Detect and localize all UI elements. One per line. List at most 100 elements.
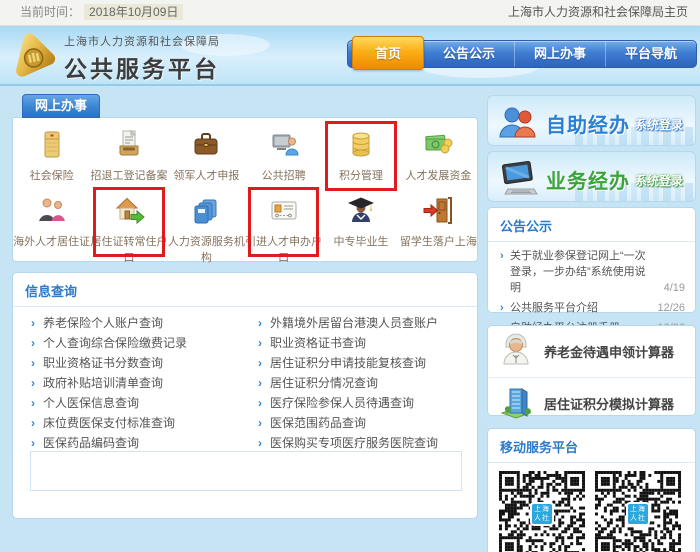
info-link[interactable]: 居住证积分申请技能复核查询 [246, 353, 473, 373]
info-link[interactable]: 个人医保信息查询 [19, 393, 246, 413]
site-title: 公共服务平台 [64, 50, 220, 84]
service-leading-talent[interactable]: 领军人才申报 [168, 123, 245, 189]
service-vocational-graduates[interactable]: 中专毕业生 [322, 189, 399, 255]
services-grid: 社会保险 招退工登记备案 [13, 118, 477, 255]
house-arrow-icon [90, 189, 167, 233]
banner-title: 业务经办 [546, 165, 630, 194]
announcements-panel: 公告公示 关于就业参保登记网上“一次登录，一步办结”系统使用说明 4/19 公共… [487, 207, 696, 313]
mobile-platform-title: 移动服务平台 [488, 429, 695, 463]
recruitment-icon [245, 123, 322, 167]
info-links-right: 外籍境外居留台港澳人员查账户 职业资格证书查询 居住证积分申请技能复核查询 居住… [246, 313, 473, 453]
funds-icon [400, 123, 477, 167]
calculator-label: 居住证积分模拟计算器 [544, 394, 674, 413]
info-link[interactable]: 个人查询综合保险缴费记录 [19, 333, 246, 353]
info-link[interactable]: 职业资格证书分数查询 [19, 353, 246, 373]
org-name: 上海市人力资源和社会保障局 [64, 33, 220, 49]
qr-logo-icon: 上海 人社 [626, 502, 650, 526]
service-label: 居住证转常住户口 [90, 233, 167, 265]
id-card-icon [245, 189, 322, 233]
people-icon [13, 189, 90, 233]
bureau-logo-icon [8, 30, 58, 80]
service-talent-development-fund[interactable]: 人才发展资金 [400, 123, 477, 189]
coins-icon [322, 123, 399, 167]
qr-logo-icon: 上海 人社 [530, 502, 554, 526]
info-link[interactable]: 医保购买专项医疗服务医院查询 [246, 433, 473, 453]
top-bar: 当前时间： 2018年10月09日 上海市人力资源和社会保障局主页 [0, 0, 700, 26]
service-label: 人力资源服务机构 [168, 233, 245, 265]
service-overseas-talent-permit[interactable]: 海外人才居住证 [13, 189, 90, 255]
info-query-panel: 信息查询 养老保险个人账户查询 个人查询综合保险缴费记录 职业资格证书分数查询 … [12, 272, 478, 519]
points-simulator-calculator[interactable]: 居住证积分模拟计算器 [488, 377, 695, 429]
qr-code-left: 上海 人社 [499, 471, 585, 552]
nav-tab-online-services[interactable]: 网上办事 [514, 41, 605, 67]
computer-icon [498, 159, 542, 202]
service-label: 人才发展资金 [400, 167, 477, 183]
current-time: 当前时间： 2018年10月09日 [20, 0, 183, 25]
door-icon [400, 189, 477, 233]
info-link[interactable]: 床位费医保支付标准查询 [19, 413, 246, 433]
users-icon [498, 103, 538, 146]
service-returnee-settlement[interactable]: 留学生落户上海 [400, 189, 477, 255]
announcement-item[interactable]: 关于就业参保登记网上“一次登录，一步办结”系统使用说明 4/19 [488, 246, 695, 298]
service-social-insurance[interactable]: 社会保险 [13, 123, 90, 189]
pension-calculator[interactable]: 养老金待遇申领计算器 [488, 326, 695, 377]
info-link[interactable]: 养老保险个人账户查询 [19, 313, 246, 333]
page: 当前时间： 2018年10月09日 上海市人力资源和社会保障局主页 [0, 0, 700, 552]
nav-tab-platform-guide[interactable]: 平台导航 [605, 41, 696, 67]
header: 上海市人力资源和社会保障局 公共服务平台 首页 公告公示 网上办事 平台导航 [0, 26, 700, 86]
announcement-text: 关于就业参保登记网上“一次登录，一步办结”系统使用说明 [510, 250, 646, 294]
document-tray-icon [90, 123, 167, 167]
current-date: 2018年10月09日 [84, 4, 183, 20]
service-label: 招退工登记备案 [90, 167, 167, 183]
announcement-item[interactable]: 公共服务平台介绍 12/26 [488, 298, 695, 318]
service-hr-agencies[interactable]: 人力资源服务机构 [168, 189, 245, 255]
announcement-date: 4/19 [664, 280, 685, 296]
banner-title: 自助经办 [546, 109, 630, 138]
qr-code-right: 上海 人社 [595, 471, 681, 552]
info-link[interactable]: 居住证积分情况查询 [246, 373, 473, 393]
banner-subtitle: 系统登录 [635, 172, 683, 189]
service-employment-registration[interactable]: 招退工登记备案 [90, 123, 167, 189]
bureau-home-link[interactable]: 上海市人力资源和社会保障局主页 [508, 0, 688, 25]
service-label: 领军人才申报 [168, 167, 245, 183]
banner-subtitle: 系统登录 [635, 116, 683, 133]
info-link[interactable]: 政府补贴培训清单查询 [19, 373, 246, 393]
service-label: 中专毕业生 [322, 233, 399, 249]
info-query-links: 养老保险个人账户查询 个人查询综合保险缴费记录 职业资格证书分数查询 政府补贴培… [13, 307, 477, 453]
mobile-platform-panel: 移动服务平台 上海 人社 上海 人社 [487, 428, 696, 552]
service-label: 公共招聘 [245, 167, 322, 183]
calculator-label: 养老金待遇申领计算器 [544, 342, 674, 361]
service-label: 社会保险 [13, 167, 90, 183]
qr-logo-text: 人社 [628, 514, 648, 523]
info-link[interactable]: 医保药品编码查询 [19, 433, 246, 453]
announcements-list: 关于就业参保登记网上“一次登录，一步办结”系统使用说明 4/19 公共服务平台介… [488, 242, 695, 338]
graduate-icon [322, 189, 399, 233]
info-query-title: 信息查询 [13, 273, 477, 307]
info-link[interactable]: 医保范围药品查询 [246, 413, 473, 433]
announcements-title: 公告公示 [488, 208, 695, 242]
service-label: 积分管理 [322, 167, 399, 183]
service-imported-talent-hukou[interactable]: 引进人才申办户口 [245, 189, 322, 255]
self-service-login-banner[interactable]: 自助经办 系统登录 [487, 95, 696, 146]
envelope-icon [13, 123, 90, 167]
current-time-label: 当前时间： [20, 5, 80, 19]
briefcase-icon [168, 123, 245, 167]
books-icon [168, 189, 245, 233]
info-link[interactable]: 外籍境外居留台港澳人员查账户 [246, 313, 473, 333]
qr-logo-text: 上海 [532, 505, 552, 514]
service-label: 海外人才居住证 [13, 233, 90, 249]
service-public-recruitment[interactable]: 公共招聘 [245, 123, 322, 189]
info-links-left: 养老保险个人账户查询 个人查询综合保险缴费记录 职业资格证书分数查询 政府补贴培… [19, 313, 246, 453]
info-link[interactable]: 职业资格证书查询 [246, 333, 473, 353]
business-login-banner[interactable]: 业务经办 系统登录 [487, 151, 696, 202]
empty-content-box [30, 451, 462, 491]
announcement-text: 公共服务平台介绍 [510, 302, 598, 314]
nav-tab-home[interactable]: 首页 [352, 36, 424, 70]
nav-tab-announcements[interactable]: 公告公示 [424, 41, 514, 67]
service-points-management[interactable]: 积分管理 [322, 123, 399, 189]
announcement-date: 12/26 [657, 300, 685, 316]
site-title-block: 上海市人力资源和社会保障局 公共服务平台 [64, 33, 220, 84]
service-permit-to-hukou[interactable]: 居住证转常住户口 [90, 189, 167, 255]
info-link[interactable]: 医疗保险参保人员待遇查询 [246, 393, 473, 413]
services-tab[interactable]: 网上办事 [22, 94, 100, 118]
